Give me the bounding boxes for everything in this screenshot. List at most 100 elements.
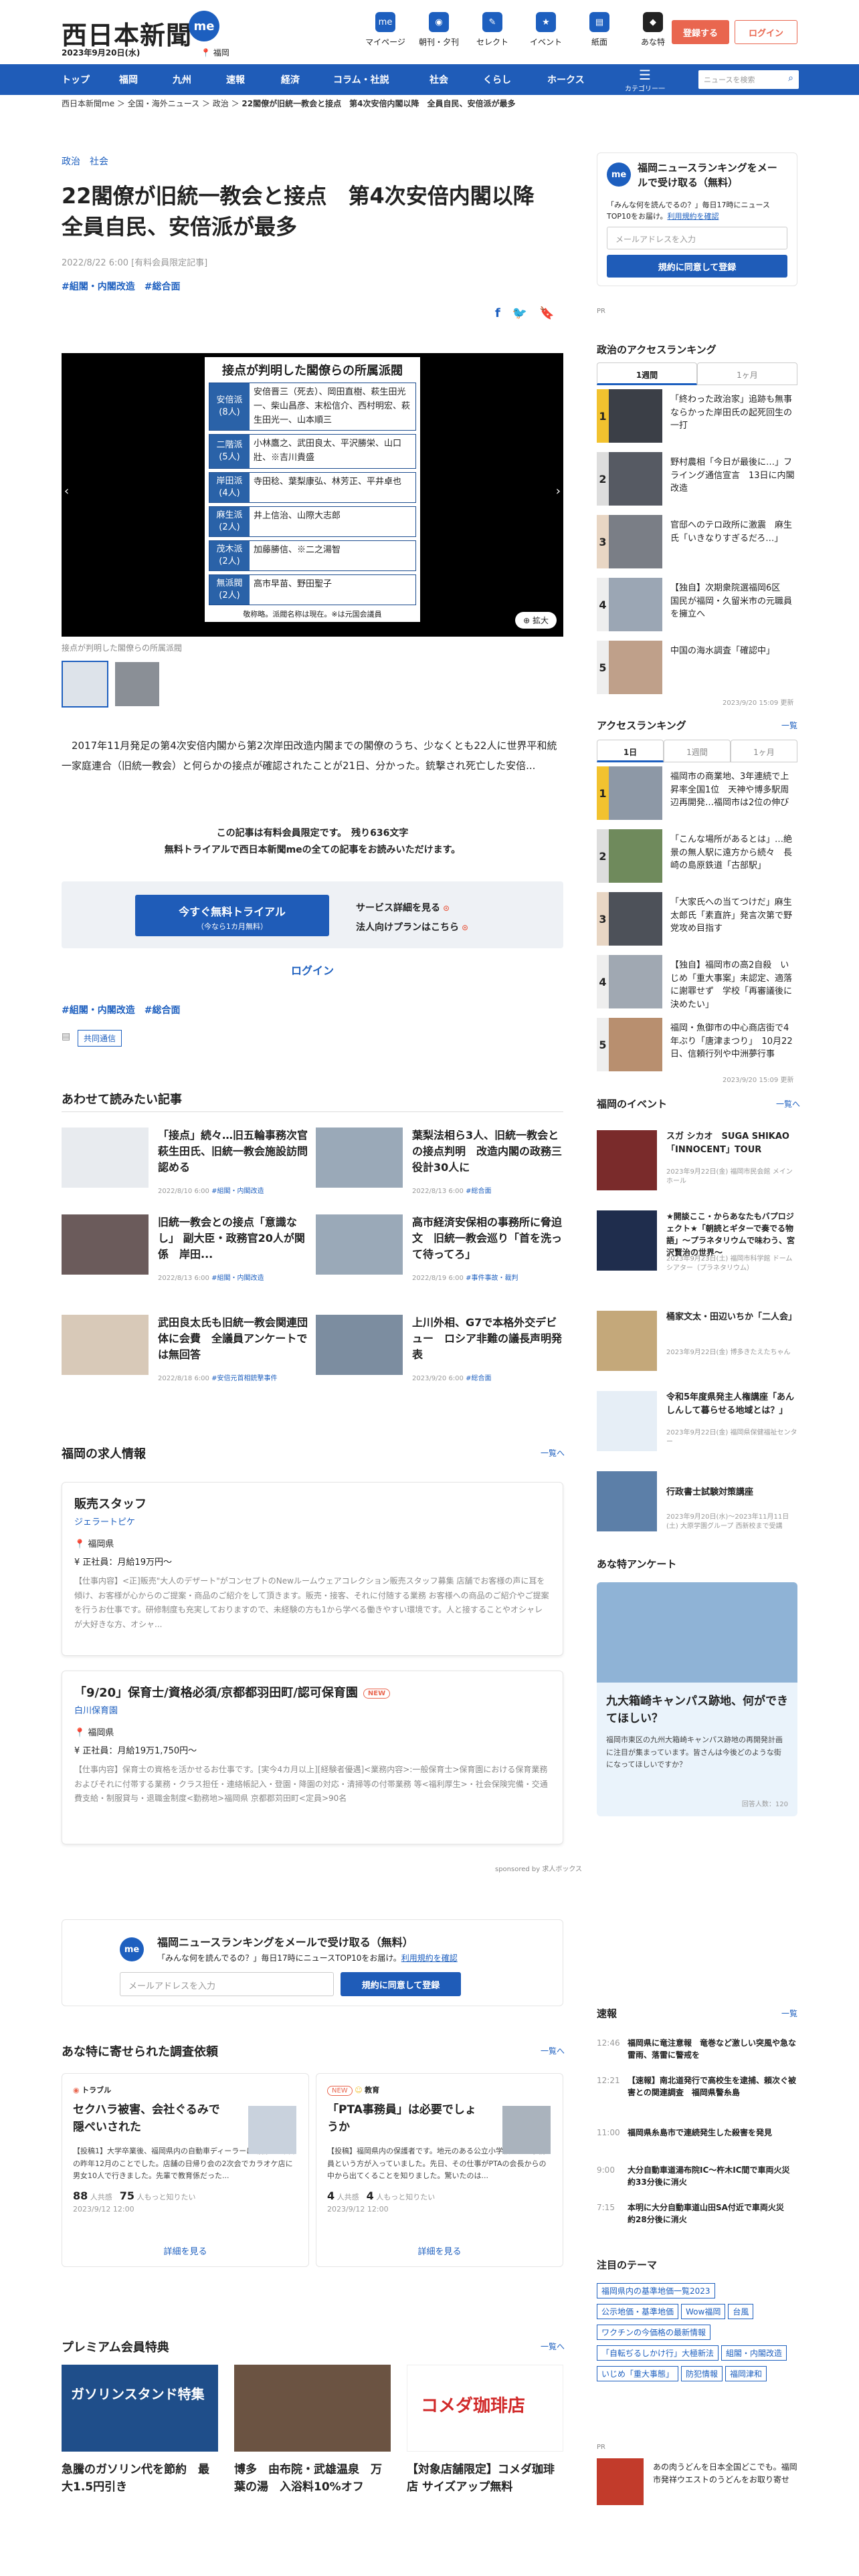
corporate-plan-link[interactable]: 法人向けプランはこちら ⊙: [356, 918, 468, 938]
email-input[interactable]: メールアドレスを入力: [607, 227, 787, 249]
event-item[interactable]: スガ シカオ SUGA SHIKAO 「INNOCENT」TOUR 2023年9月…: [597, 1130, 797, 1190]
tab-1week[interactable]: 1週間: [664, 740, 731, 762]
job-card[interactable]: 「9/20」保育士/資格必須/京都都羽田町/認可保育園 NEW 白川保育園 📍 福…: [62, 1671, 563, 1844]
related-item[interactable]: 旧統一教会との接点「意識なし」 副大臣・政務官20人が関係 岸田... 2022/…: [62, 1214, 309, 1288]
ranking-item[interactable]: 2 野村農相「今日が最後に…」フライング通信宣言 13日に内閣改造: [597, 452, 797, 506]
facebook-icon[interactable]: f: [495, 306, 500, 320]
pr-text[interactable]: あの肉うどんを日本全国どこでも。福岡市発祥ウエストのうどんをお取り寄せ: [653, 2461, 797, 2486]
tab-1day[interactable]: 1日: [597, 740, 664, 762]
nav-item-economy[interactable]: 経済: [281, 64, 300, 95]
paper-link[interactable]: ▤ 紙面: [573, 12, 626, 47]
event-link[interactable]: ★ イベント: [519, 12, 573, 47]
kyodo-badge[interactable]: 共同通信: [78, 1030, 122, 1047]
thumbnail[interactable]: [114, 661, 161, 708]
event-item[interactable]: 行政書士試験対策講座 2023年9月20日(水)〜2023年11月11日(土) 大…: [597, 1471, 797, 1531]
twitter-icon[interactable]: 🐦: [512, 306, 527, 320]
search-icon[interactable]: ⌕: [788, 73, 793, 84]
ranking-item[interactable]: 4 【独自】福岡市の高2自殺 いじめ「重大事案」未認定、適落に謝罪せず 学校「再審…: [597, 955, 797, 1010]
ranking-item[interactable]: 3 官邸へのテロ政所に激震 麻生氏「いきなりすぎるだろ…」: [597, 515, 797, 568]
tag-link[interactable]: #総合面: [145, 1005, 181, 1016]
premium-item[interactable]: 博多 由布院・武雄温泉 万葉の湯 入浴料10%オフ: [234, 2365, 391, 2496]
topic-tag[interactable]: いじめ「重大事態」: [597, 2366, 679, 2381]
nav-item-kyushu[interactable]: 九州: [173, 64, 191, 95]
premium-item[interactable]: コメダ珈琲店 【対象店舗限定】コメダ珈琲店 サイズアップ無料: [407, 2365, 563, 2496]
topic-tag[interactable]: 台風: [728, 2304, 754, 2319]
breadcrumb-item[interactable]: 全国・海外ニュース: [128, 99, 199, 108]
site-logo[interactable]: 西日本新聞: [62, 15, 192, 51]
survey-detail-link[interactable]: 詳細を見る: [62, 2244, 308, 2257]
login-button[interactable]: ログイン: [735, 20, 797, 44]
ranking-item[interactable]: 1 「終わった政治家」追跡も無事ならかった岸田氏の起死回生の一打: [597, 389, 797, 443]
nav-item-flash[interactable]: 速報: [226, 64, 245, 95]
related-item[interactable]: 武田良太氏も旧統一教会関連団体に会費 全議員アンケートでは無回答 2022/8/1…: [62, 1315, 309, 1388]
ranking-item[interactable]: 5 福岡・魚御市の中心商店街で4年ぶり「唐津まつり」 10月22日、信頼行列や中洲…: [597, 1018, 797, 1071]
job-card[interactable]: 販売スタッフ ジェラートピケ 📍 福岡県 ¥ 正社員：月給19万円〜 【仕事内容…: [62, 1482, 563, 1656]
breadcrumb-item[interactable]: 政治: [213, 99, 229, 108]
bookmark-icon[interactable]: 🔖: [539, 306, 554, 320]
survey-more-link[interactable]: 一覧へ: [541, 2045, 565, 2056]
survey-card[interactable]: NEW ☺ 教育 「PTA事務員」は必要でしょうか 【投稿】福岡県内の保護者です…: [316, 2073, 563, 2267]
jobs-more-link[interactable]: 一覧へ: [541, 1447, 565, 1459]
enlarge-button[interactable]: ⊕ 拡大: [515, 612, 557, 629]
tag-link[interactable]: #組閣・内閣改造: [62, 1005, 135, 1016]
premium-item[interactable]: ガソリンスタンド特集 急騰のガソリン代を節約 最大1.5円引き: [62, 2365, 218, 2496]
ranking-item[interactable]: 2 「こんな場所があるとは」…絶景の無人駅に遠方から続々 長崎の島原鉄道「古部駅」: [597, 829, 797, 883]
related-item[interactable]: 葉梨法相ら3人、旧統一教会との接点判明 改造内閣の政務三役計30人に 2022/8…: [316, 1128, 563, 1201]
service-detail-link[interactable]: サービス詳細を見る ⊙: [356, 899, 468, 918]
tag-link[interactable]: #組閣・内閣改造: [62, 282, 135, 292]
survey-detail-link[interactable]: 詳細を見る: [316, 2244, 563, 2257]
terms-link[interactable]: 利用規約を確認: [667, 212, 719, 221]
category-menu-button[interactable]: ☰ カテゴリー一覧: [625, 67, 665, 103]
survey-card[interactable]: ◉ トラブル セクハラ被害、会社ぐるみで隠ぺいされた 【投稿1】大学卒業後、福岡…: [62, 2073, 309, 2267]
pr-thumbnail[interactable]: [597, 2458, 644, 2505]
prev-arrow-icon[interactable]: ‹: [64, 484, 69, 498]
access-ranking-more[interactable]: 一覧: [781, 720, 797, 731]
topic-tag[interactable]: 防犯情報: [681, 2366, 723, 2381]
related-item[interactable]: 上川外相、G7で本格外交デビュー ロシア非難の議長声明発表 2023/9/20 6…: [316, 1315, 563, 1388]
related-item[interactable]: 高市経済安保相の事務所に脅迫文 旧統一教会巡り「首を洗って待ってろ」 2022/8…: [316, 1214, 563, 1288]
topic-tag[interactable]: 公示地価・基準地価: [597, 2304, 679, 2319]
nav-search-input[interactable]: ニュースを検索 ⌕: [698, 70, 799, 89]
event-item[interactable]: ★開談ここ・からあなたもバプロジェクト★「朝読とギターで奏でる物語」〜プラネタリ…: [597, 1210, 797, 1272]
topic-tag[interactable]: 「自転ぢるしかけ行」大極新法: [597, 2345, 719, 2361]
nav-item-life[interactable]: くらし: [483, 64, 511, 95]
category-link[interactable]: 社会: [90, 156, 108, 167]
nav-item-top[interactable]: トップ: [62, 64, 90, 95]
events-more-link[interactable]: 一覧へ: [776, 1098, 800, 1109]
logo-me-badge[interactable]: me: [189, 11, 219, 41]
topic-tag[interactable]: Wow福岡: [681, 2304, 726, 2319]
thumbnail[interactable]: [62, 661, 108, 708]
related-item[interactable]: 「接点」続々…旧五輪事務次官 萩生田氏、旧統一教会施設訪問認める 2022/8/1…: [62, 1128, 318, 1201]
tab-1week[interactable]: 1週間: [597, 362, 697, 385]
topic-tag[interactable]: ワクチンの今価格の最新情報: [597, 2325, 711, 2340]
nav-item-column[interactable]: コラム・社説: [333, 64, 389, 95]
register-button[interactable]: 登録する: [672, 20, 729, 44]
ranking-item[interactable]: 1 福岡市の商業地、3年連続で上昇率全国1位 天神や博多駅周辺再開発…福岡市は2位…: [597, 766, 797, 820]
nav-item-society[interactable]: 社会: [430, 64, 448, 95]
header-location[interactable]: 📍 福岡: [201, 47, 229, 58]
mypage-link[interactable]: me マイページ: [359, 12, 412, 47]
email-input[interactable]: メールアドレスを入力: [120, 1972, 334, 1996]
nav-item-fukuoka[interactable]: 福岡: [119, 64, 138, 95]
subscribe-button[interactable]: 規約に同意して登録: [341, 1972, 461, 1996]
free-trial-button[interactable]: 今すぐ無料トライアル （今なら1カ月無料）: [135, 895, 329, 936]
category-link[interactable]: 政治: [62, 156, 80, 167]
article-photo-carousel[interactable]: 接点が判明した閣僚らの所属派閥 安倍派 (8人) 安倍晋三（死去）、岡田直樹、萩生田…: [62, 353, 563, 637]
premium-more-link[interactable]: 一覧へ: [541, 2341, 565, 2352]
ranking-item[interactable]: 5 中国の海水調査「確認中」: [597, 641, 797, 694]
event-item[interactable]: 桶家文太・田辺いちか「二人会」 2023年9月22日(金) 博多きたえたちゃん: [597, 1311, 797, 1371]
terms-link[interactable]: 利用規約を確認: [401, 1953, 458, 1963]
newspaper-link[interactable]: ◉ 朝刊・夕刊: [412, 12, 466, 47]
select-link[interactable]: ✎ セレクト: [466, 12, 519, 47]
tab-1month[interactable]: 1ヶ月: [731, 740, 797, 762]
flash-more-link[interactable]: 一覧: [781, 2008, 797, 2019]
breadcrumb-item[interactable]: 西日本新聞me: [62, 99, 114, 108]
event-item[interactable]: 令和5年度県発主人権講座「あんしんして暮らせる地域とは？」 2023年9月22日(…: [597, 1391, 797, 1451]
tab-1month[interactable]: 1ヶ月: [697, 362, 797, 385]
anatoku-card[interactable]: 九大箱崎キャンパス跡地、何ができてほしい？ 福岡市東区の九州大箱崎キャンパス跡地…: [597, 1582, 797, 1816]
topic-tag[interactable]: 組閣・内閣改造: [721, 2345, 787, 2361]
article-login-link[interactable]: ログイン: [62, 962, 563, 978]
ranking-item[interactable]: 4 【独自】次期衆院選福岡6区 国民が福岡・久留米市の元職員を擁立へ: [597, 578, 797, 631]
topic-tag[interactable]: 福岡県内の基準地価一覧2023: [597, 2283, 715, 2298]
next-arrow-icon[interactable]: ›: [556, 484, 561, 498]
